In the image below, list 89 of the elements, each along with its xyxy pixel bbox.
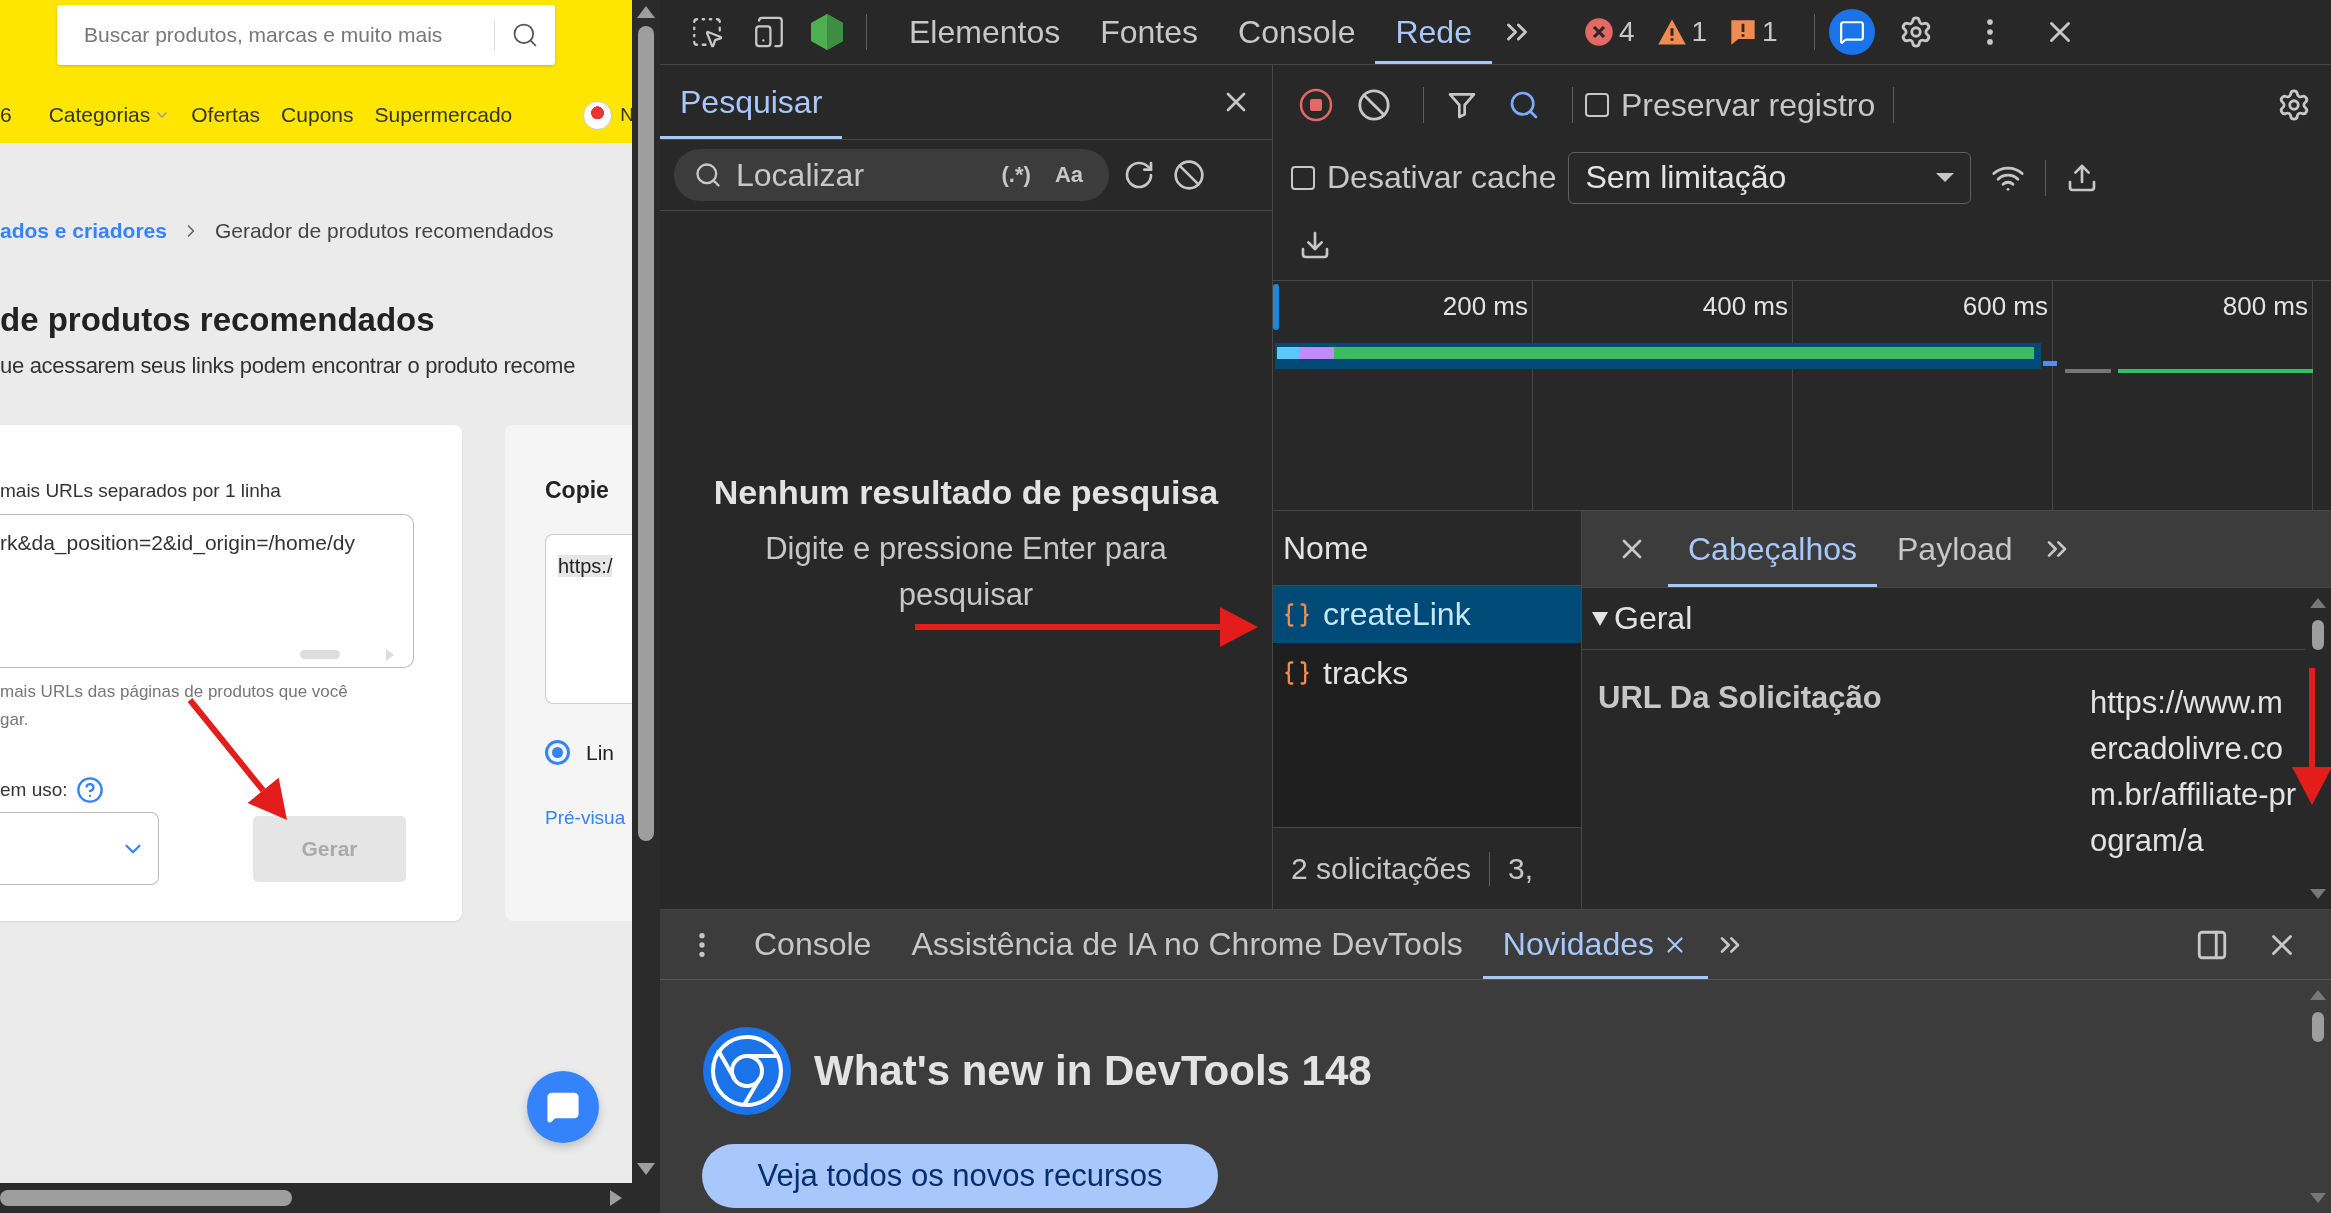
record-icon[interactable]	[1299, 88, 1333, 122]
ai-assistant-button[interactable]	[1828, 9, 1875, 55]
radio-label: Lin	[586, 740, 615, 765]
download-icon[interactable]	[1299, 229, 1331, 261]
hexagon-icon[interactable]	[810, 13, 844, 51]
search-bar[interactable]: Localizar (.*) Aa	[674, 149, 1109, 201]
scroll-down-icon[interactable]	[2310, 1193, 2326, 1203]
section-header[interactable]: Geral	[1582, 588, 2305, 650]
avatar[interactable]	[583, 100, 613, 130]
refresh-icon[interactable]	[1123, 159, 1155, 191]
error-icon	[1583, 17, 1614, 47]
panel-tab[interactable]: Rede	[1375, 0, 1492, 64]
transfer-size: 3,	[1508, 851, 1534, 886]
whats-new-heading: What's new in DevTools 148	[814, 1047, 1372, 1095]
scrollbar-thumb[interactable]	[2312, 620, 2324, 650]
horizontal-scrollbar[interactable]	[0, 1183, 632, 1213]
scroll-up-icon[interactable]	[2310, 990, 2326, 1000]
page-subtitle: ue acessarem seus links podem encontrar o produto recome	[0, 353, 577, 379]
panel-tab[interactable]: Elementos	[889, 0, 1081, 64]
detail-tab[interactable]: Payload	[1877, 511, 2033, 587]
tick-label: 400 ms	[1702, 291, 1788, 323]
usage-label: em uso:	[0, 779, 68, 801]
breadcrumb-current: Gerador de produtos recomendados	[214, 219, 554, 243]
header-name: URL Da Solicitação	[1598, 680, 1883, 717]
tick-label: 800 ms	[2222, 291, 2308, 323]
nav-link[interactable]: Ofertas	[191, 103, 261, 127]
help-icon[interactable]	[75, 776, 104, 804]
issue-icon	[1729, 18, 1758, 46]
search-icon[interactable]	[1508, 89, 1540, 121]
regex-toggle[interactable]: (.*)	[995, 162, 1037, 188]
warning-icon	[1656, 18, 1687, 46]
url-input-field[interactable]: rk&da_position=2&id_origin=/home/dy	[0, 514, 414, 668]
scroll-down-icon[interactable]	[2310, 889, 2326, 899]
braces-icon	[1283, 659, 1311, 687]
nav-link[interactable]: Cupons	[281, 103, 354, 127]
nav-link[interactable]: 6	[0, 103, 12, 127]
page-title: de produtos recomendados	[0, 301, 436, 339]
vertical-scrollbar[interactable]	[632, 0, 660, 1213]
chat-button[interactable]	[527, 1071, 599, 1143]
tick-label: 200 ms	[1442, 291, 1528, 323]
drawer-tab[interactable]: Assistência de IA no Chrome DevTools	[891, 910, 1483, 979]
throttling-select[interactable]: Sem limitação	[1568, 151, 1972, 204]
scroll-up-icon[interactable]	[2310, 598, 2326, 608]
issue-counter[interactable]: 1	[1656, 16, 1708, 48]
search-input[interactable]: Localizar	[734, 155, 984, 195]
drawer-tab[interactable]: Console	[734, 910, 892, 979]
issue-counter[interactable]: 1	[1729, 16, 1778, 48]
tick-label: 600 ms	[1962, 291, 2048, 323]
see-all-button[interactable]: Veja todos os novos recursos	[702, 1144, 1218, 1208]
request-row[interactable]: createLink	[1273, 586, 1581, 643]
nav-link[interactable]: Supermercado	[374, 103, 513, 127]
helper-text: mais URLs das páginas de produtos que você gar.	[0, 681, 349, 731]
request-row[interactable]: tracks	[1273, 643, 1581, 703]
card-title: Copie	[545, 477, 610, 504]
field-label: mais URLs separados por 1 linha	[0, 480, 282, 502]
clear-icon[interactable]	[1173, 159, 1205, 191]
checkbox[interactable]	[1585, 93, 1609, 117]
search-icon[interactable]	[511, 21, 539, 49]
braces-icon	[1283, 600, 1311, 629]
request-count: 2 solicitações	[1291, 851, 1472, 886]
search-icon	[694, 161, 722, 189]
chat-icon[interactable]	[546, 1090, 580, 1124]
search-bar[interactable]: Buscar produtos, marcas e muito mais	[57, 5, 555, 65]
scrollbar-thumb[interactable]	[2312, 1012, 2324, 1042]
chrome-logo-icon	[702, 1026, 792, 1116]
result-field[interactable]: https:/	[545, 534, 632, 704]
empty-hint: Digite e pressione Enter para pesquisar	[764, 529, 1168, 614]
nav-link[interactable]: Categorias	[48, 103, 171, 127]
clear-icon[interactable]	[1357, 88, 1391, 122]
search-tab[interactable]: Pesquisar	[660, 65, 843, 139]
checkbox[interactable]	[1291, 165, 1315, 190]
empty-title: Nenhum resultado de pesquisa	[713, 472, 1219, 512]
device-toolbar-icon[interactable]	[752, 15, 786, 49]
detail-tab[interactable]: Cabeçalhos	[1668, 511, 1877, 587]
radio-button[interactable]	[545, 740, 570, 765]
inspect-icon[interactable]	[690, 15, 724, 49]
account-name[interactable]: N	[620, 104, 632, 126]
issue-counter[interactable]: 4	[1583, 16, 1635, 48]
match-case-toggle[interactable]: Aa	[1048, 162, 1089, 188]
settings-icon[interactable]	[2277, 88, 2311, 122]
panel-tab[interactable]: Fontes	[1080, 0, 1218, 64]
drawer-tab[interactable]: Novidades	[1482, 910, 1708, 979]
panel-tab[interactable]: Console	[1218, 0, 1376, 64]
checkbox-label: Preservar registro	[1621, 86, 1876, 124]
search-input[interactable]: Buscar produtos, marcas e muito mais	[82, 22, 494, 48]
column-header: Nome	[1273, 511, 1581, 586]
chat-icon[interactable]	[1838, 19, 1865, 45]
checkbox-label: Desativar cache	[1327, 159, 1557, 196]
header-value: https://www.mercadolivre.com.br/affiliate-program/a	[2090, 684, 2298, 860]
